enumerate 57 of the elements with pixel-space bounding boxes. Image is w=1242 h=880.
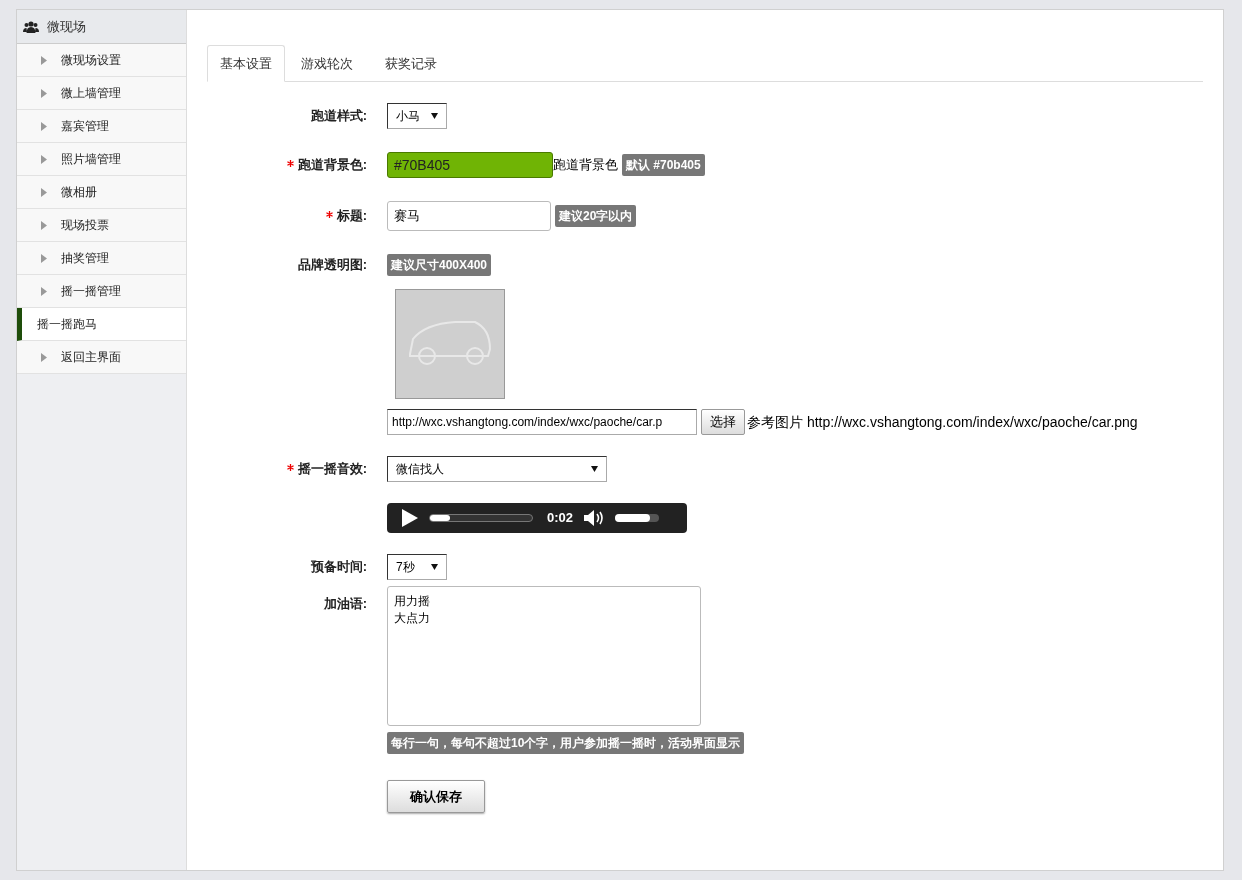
- field-label: 品牌透明图:: [297, 256, 367, 275]
- image-url-field[interactable]: http://wxc.vshangtong.com/index/wxc/paoche/car.p: [387, 409, 697, 435]
- audio-time: 0:02: [547, 509, 574, 528]
- cheer-textarea[interactable]: 用力摇 大点力: [387, 586, 701, 726]
- dropdown-caret-icon: [431, 113, 438, 119]
- sidebar-item[interactable]: 嘉宾管理: [17, 110, 186, 143]
- time-select[interactable]: 7秒: [387, 554, 447, 580]
- hint-label: 建议20字以内: [555, 205, 637, 227]
- caret-right-icon: [41, 88, 47, 98]
- dropdown-caret-icon: [431, 564, 438, 570]
- sidebar-item[interactable]: 微上墙管理: [17, 77, 186, 110]
- title-field[interactable]: 赛马: [387, 201, 551, 231]
- sidebar-item[interactable]: 照片墙管理: [17, 143, 186, 176]
- required-asterisk-icon: [325, 210, 333, 218]
- caret-right-icon: [41, 121, 47, 131]
- required-asterisk-icon: [286, 159, 294, 167]
- save-button[interactable]: 确认保存: [387, 780, 485, 813]
- dropdown-caret-icon: [591, 466, 598, 472]
- users-icon: [23, 19, 39, 34]
- color-note: 跑道背景色: [553, 156, 618, 175]
- tab[interactable]: 基本设置: [207, 45, 285, 82]
- volume-icon[interactable]: [583, 509, 606, 527]
- caret-right-icon: [41, 220, 47, 230]
- caret-right-icon: [41, 187, 47, 197]
- caret-right-icon: [41, 253, 47, 263]
- required-asterisk-icon: [286, 463, 294, 471]
- tab[interactable]: 获奖记录: [369, 45, 453, 82]
- tab[interactable]: 游戏轮次: [285, 45, 369, 82]
- progress-track[interactable]: [429, 514, 533, 522]
- field-label: 摇一摇音效:: [297, 460, 367, 479]
- color-field[interactable]: #70B405: [387, 152, 553, 178]
- hint-label: 默认 #70b405: [622, 154, 705, 176]
- reference-image-text: 参考图片 http://wxc.vshangtong.com/index/wxc/paoche/car.png: [747, 412, 1138, 432]
- style-select[interactable]: 小马: [387, 103, 447, 129]
- field-label: 加油语:: [323, 595, 367, 613]
- caret-right-icon: [41, 286, 47, 296]
- play-icon[interactable]: [401, 509, 419, 527]
- sidebar-item[interactable]: 微相册: [17, 176, 186, 209]
- sidebar-title: 微现场: [47, 17, 86, 36]
- field-label: 跑道背景色:: [297, 156, 367, 175]
- caret-right-icon: [41, 55, 47, 65]
- volume-track[interactable]: [615, 514, 660, 522]
- sound-select[interactable]: 微信找人: [387, 456, 607, 482]
- sidebar-item[interactable]: 微现场设置: [17, 44, 186, 77]
- sidebar-item[interactable]: 返回主界面: [17, 341, 186, 374]
- sidebar-item[interactable]: 摇一摇管理: [17, 275, 186, 308]
- hint-label: 每行一句，每句不超过10个字，用户参加摇一摇时，活动界面显示: [387, 732, 745, 754]
- hint-label: 建议尺寸400X400: [387, 254, 492, 276]
- choose-button[interactable]: 选择: [701, 409, 745, 435]
- field-label: 标题:: [336, 207, 367, 226]
- sidebar-item[interactable]: 摇一摇跑马: [17, 308, 186, 341]
- field-label: 预备时间:: [310, 558, 367, 577]
- caret-right-icon: [41, 352, 47, 362]
- field-label: 跑道样式:: [310, 107, 367, 126]
- sidebar-item[interactable]: 抽奖管理: [17, 242, 186, 275]
- sidebar-item[interactable]: 现场投票: [17, 209, 186, 242]
- caret-right-icon: [41, 154, 47, 164]
